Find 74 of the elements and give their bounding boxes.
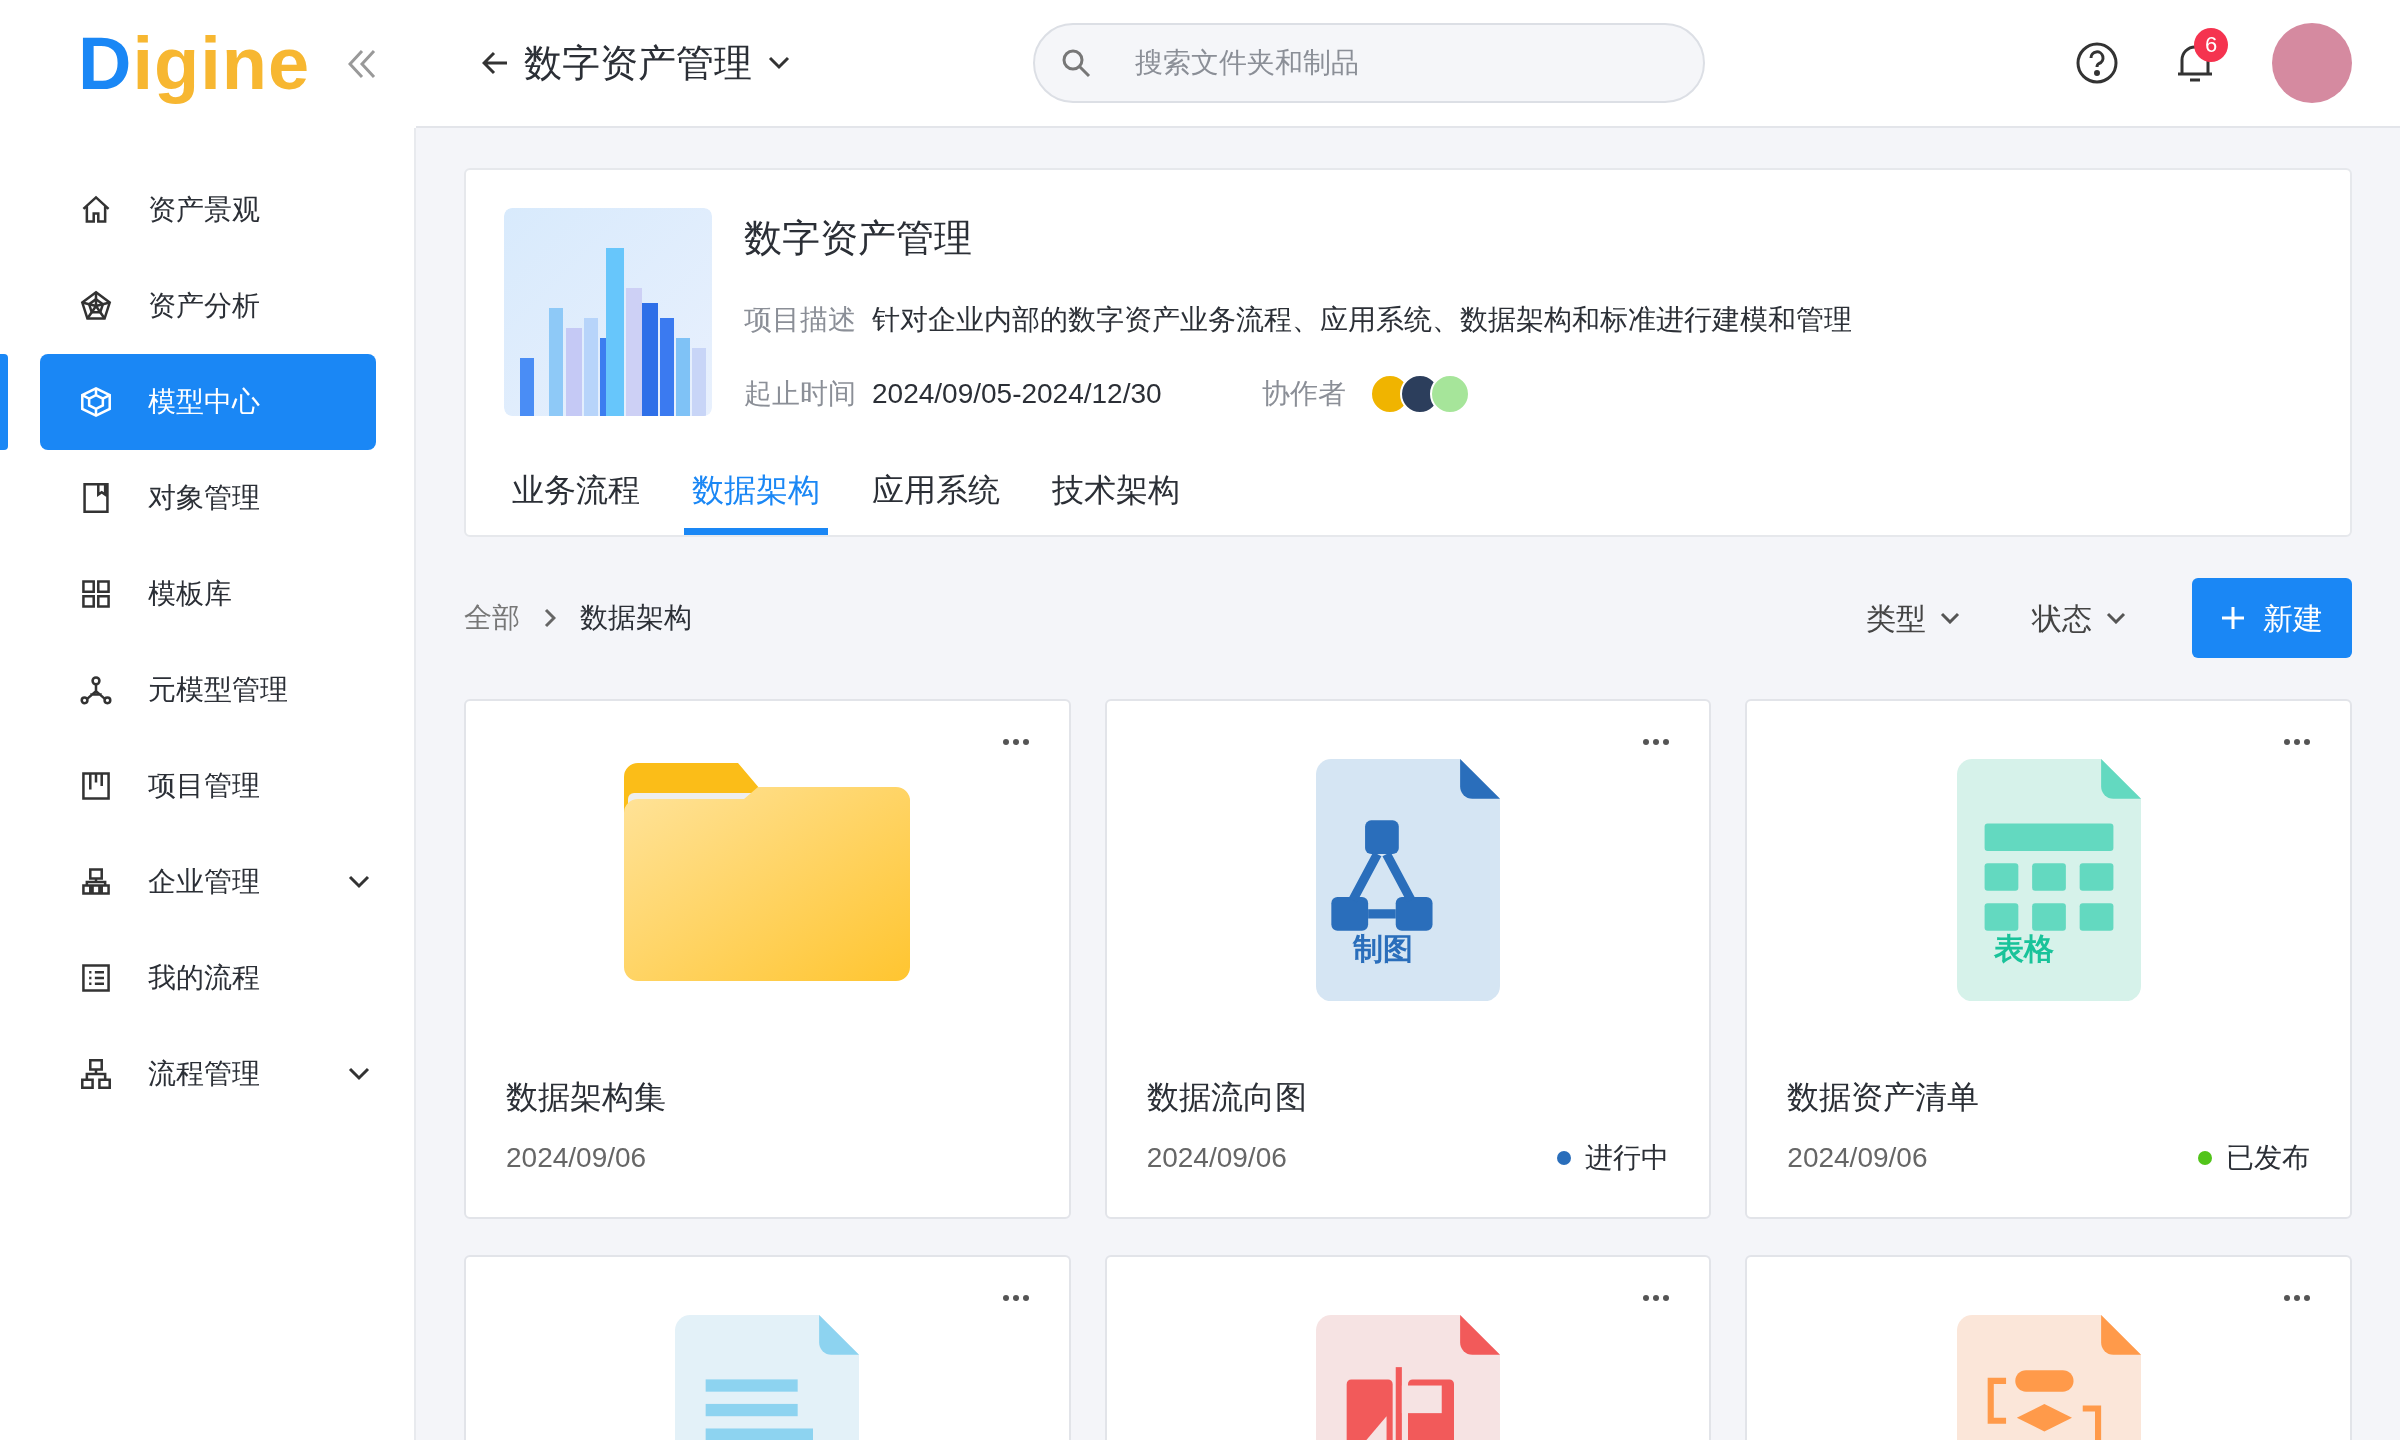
home-icon <box>80 194 112 226</box>
chevron-right-icon <box>544 608 556 628</box>
breadcrumb-link[interactable]: 全部 <box>464 597 520 639</box>
more-options-icon[interactable] <box>1643 1295 1670 1301</box>
file-name: 数据流向图 <box>1146 1078 1308 1117</box>
field-label: 项目描述 <box>744 303 856 337</box>
collapse-icon[interactable] <box>348 49 377 79</box>
pdf-file-icon <box>1316 1315 1500 1440</box>
tab[interactable]: 业务流程 <box>504 466 648 535</box>
diagram-file-icon <box>1316 759 1500 1001</box>
chevron-down-icon <box>2106 612 2126 624</box>
hierarchy-icon <box>80 1058 112 1090</box>
sidebar-item[interactable]: 元模型管理 <box>40 642 376 738</box>
filter-dropdown[interactable]: 状态 <box>2026 594 2132 642</box>
file-date: 2024/09/06 <box>1787 1141 1928 1175</box>
grid-icon <box>80 578 112 610</box>
chevron-down-icon <box>1940 612 1960 624</box>
notification-count: 6 <box>2194 28 2228 62</box>
doc-file-icon <box>675 1315 860 1440</box>
icon-label: 表格 <box>1993 931 2054 967</box>
file-card[interactable]: 制图 数据流向图 2024/09/06 进行中 <box>1104 699 1712 1219</box>
file-card[interactable]: 数据架构集 2024/09/06 <box>464 699 1071 1219</box>
field-value: 2024/09/05-2024/12/30 <box>872 377 1162 411</box>
status-text: 进行中 <box>1585 1141 1670 1175</box>
nodes-icon <box>80 674 112 706</box>
file-name: 数据架构集 <box>506 1078 667 1117</box>
breadcrumb-link[interactable]: 数据架构 <box>580 597 692 639</box>
more-options-icon[interactable] <box>2284 739 2310 745</box>
more-options-icon[interactable] <box>1002 1295 1029 1301</box>
filter-dropdown[interactable]: 类型 <box>1860 594 1966 642</box>
list-icon <box>80 962 112 994</box>
sidebar-item[interactable]: 模板库 <box>40 546 376 642</box>
sidebar-item[interactable]: 企业管理 <box>40 834 376 930</box>
field-label: 起止时间 <box>744 377 856 411</box>
cube-icon <box>80 386 112 418</box>
tab[interactable]: 数据架构 <box>684 466 828 535</box>
search-icon <box>1061 48 1091 78</box>
file-date: 2024/09/06 <box>1146 1141 1287 1175</box>
flow-file-icon <box>1956 1315 2141 1440</box>
status-text: 已发布 <box>2226 1141 2310 1175</box>
caret-icon[interactable] <box>768 56 790 70</box>
sidebar-item[interactable]: 模型中心 <box>40 354 376 450</box>
sidebar-item[interactable]: 资产分析 <box>40 258 376 354</box>
tab[interactable]: 技术架构 <box>1044 466 1188 535</box>
sidebar-item[interactable]: 流程管理 <box>40 1026 376 1122</box>
tab[interactable]: 应用系统 <box>864 466 1008 535</box>
back-arrow-icon[interactable] <box>482 51 508 75</box>
search-field[interactable]: 搜索文件夹和制品 <box>1033 23 1705 103</box>
help-icon[interactable] <box>2076 42 2118 84</box>
new-button[interactable]: 新建 <box>2192 578 2352 658</box>
more-options-icon[interactable] <box>1643 739 1670 745</box>
page-title: 数字资产管理 <box>524 40 752 86</box>
icon-label: 制图 <box>1353 931 1413 967</box>
kanban-icon <box>80 770 112 802</box>
file-name: 数据资产清单 <box>1787 1078 1981 1117</box>
sidebar-item[interactable]: 我的流程 <box>40 930 376 1026</box>
more-options-icon[interactable] <box>2284 1295 2310 1301</box>
project-title: 数字资产管理 <box>744 216 973 261</box>
chevron-down-icon[interactable] <box>348 875 370 889</box>
more-options-icon[interactable] <box>1002 739 1029 745</box>
field-value: 针对企业内部的数字资产业务流程、应用系统、数据架构和标准进行建模和管理 <box>872 303 1852 337</box>
sheet-file-icon <box>1956 759 2141 1001</box>
file-card[interactable] <box>1104 1255 1712 1440</box>
sidebar-item[interactable]: 资产景观 <box>40 162 376 258</box>
chevron-down-icon[interactable] <box>348 1067 370 1081</box>
radar-icon <box>80 290 112 322</box>
sidebar-item[interactable]: 项目管理 <box>40 738 376 834</box>
bookmark-icon <box>80 482 112 514</box>
file-date: 2024/09/06 <box>506 1141 647 1175</box>
file-card[interactable]: 表格 数据资产清单 2024/09/06 已发布 <box>1745 699 2352 1219</box>
sidebar-item[interactable]: 对象管理 <box>40 450 376 546</box>
plus-icon <box>2221 606 2245 630</box>
field-label: 协作者 <box>1261 377 1346 411</box>
org-icon <box>80 866 112 898</box>
